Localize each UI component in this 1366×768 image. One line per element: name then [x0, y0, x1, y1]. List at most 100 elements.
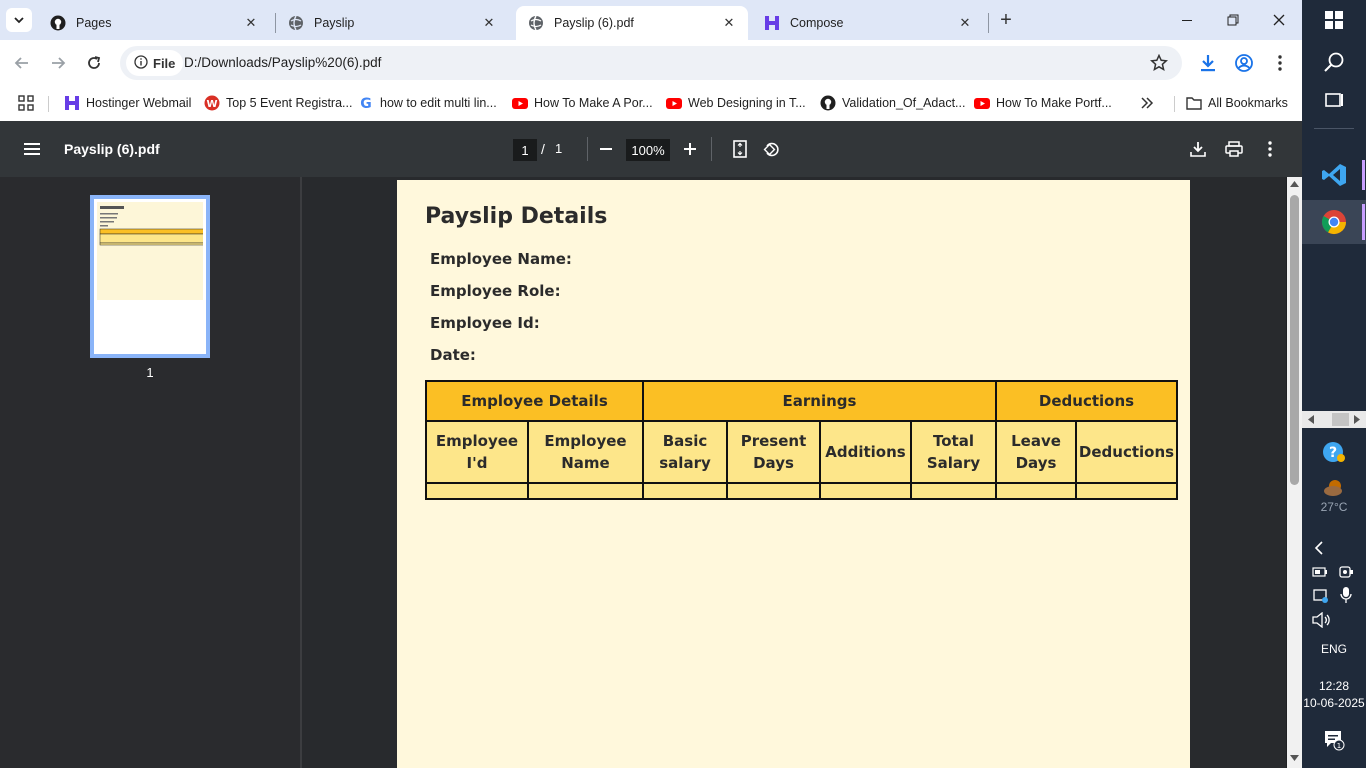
- sidebar-menu-icon[interactable]: [20, 137, 44, 161]
- address-bar[interactable]: File D:/Downloads/Payslip%20(6).pdf: [120, 46, 1182, 80]
- notification-icon[interactable]: 1: [1302, 728, 1366, 752]
- page-thumbnail[interactable]: [90, 195, 210, 358]
- bookmark-label: Web Designing in T...: [688, 96, 806, 110]
- browser-toolbar: File D:/Downloads/Payslip%20(6).pdf: [0, 40, 1302, 86]
- url-text[interactable]: D:/Downloads/Payslip%20(6).pdf: [184, 55, 381, 70]
- camera-icon[interactable]: [1338, 564, 1354, 583]
- profile-icon[interactable]: [1232, 51, 1256, 75]
- show-hidden-icons-chevron[interactable]: [1302, 538, 1366, 558]
- apps-grid-icon[interactable]: [18, 92, 34, 114]
- forward-button[interactable]: [46, 51, 70, 75]
- page-total: 1: [555, 141, 563, 156]
- weather-icon[interactable]: [1302, 474, 1366, 500]
- reload-button[interactable]: [82, 51, 106, 75]
- microphone-icon[interactable]: [1338, 586, 1354, 607]
- youtube-icon: [512, 95, 528, 111]
- back-button[interactable]: [10, 51, 34, 75]
- tab-pages[interactable]: Pages ✕: [38, 6, 270, 40]
- battery-icon[interactable]: [1312, 566, 1328, 581]
- all-bookmarks[interactable]: All Bookmarks: [1186, 92, 1288, 114]
- pdf-page: Payslip Details Employee Name: Employee …: [397, 180, 1190, 768]
- col-leave-days: Leave Days: [995, 420, 1077, 484]
- bookmark-item[interactable]: W Top 5 Event Registra...: [204, 92, 352, 114]
- scrollbar-thumb[interactable]: [1290, 195, 1299, 485]
- tab-title: Payslip: [314, 16, 355, 30]
- bookmark-item[interactable]: Web Designing in T...: [666, 92, 806, 114]
- rotate-icon[interactable]: [760, 137, 784, 161]
- fit-page-icon[interactable]: [728, 137, 752, 161]
- help-icon[interactable]: ?: [1302, 438, 1366, 466]
- close-window-button[interactable]: [1256, 6, 1302, 34]
- vscode-icon[interactable]: [1302, 156, 1366, 194]
- zoom-level-input[interactable]: 100%: [626, 139, 670, 161]
- pdf-toolbar: Payslip (6).pdf 1 / 1 100%: [0, 121, 1302, 177]
- bookmark-item[interactable]: Ghow to edit multi lin...: [358, 92, 497, 114]
- hostinger-icon: [64, 95, 80, 111]
- chrome-icon[interactable]: [1302, 200, 1366, 244]
- all-bookmarks-label: All Bookmarks: [1208, 96, 1288, 110]
- network-icon[interactable]: [1312, 588, 1330, 607]
- bookmark-label: Hostinger Webmail: [86, 96, 192, 110]
- close-icon[interactable]: ✕: [242, 14, 260, 32]
- thumbnail-page-number: 1: [146, 365, 154, 380]
- pdf-title: Payslip (6).pdf: [64, 141, 160, 157]
- windows-start-icon[interactable]: [1302, 8, 1366, 32]
- bookmark-star-icon[interactable]: [1149, 53, 1169, 75]
- employee-name-field: Employee Name:: [430, 250, 572, 268]
- close-icon[interactable]: ✕: [720, 14, 738, 32]
- tab-payslip[interactable]: Payslip ✕: [276, 6, 508, 40]
- horizontal-scrollbar[interactable]: [1302, 411, 1366, 428]
- task-view-icon[interactable]: [1302, 88, 1366, 112]
- bookmark-item[interactable]: Hostinger Webmail: [64, 92, 191, 114]
- minimize-button[interactable]: [1164, 6, 1210, 34]
- employee-id-field: Employee Id:: [430, 314, 540, 332]
- clock-time[interactable]: 12:28: [1302, 678, 1366, 694]
- column-header-row: Employee I'd Employee Name Basic salary Pre…: [425, 420, 1178, 484]
- downloads-icon[interactable]: [1196, 51, 1220, 75]
- print-icon[interactable]: [1222, 137, 1246, 161]
- zoom-out-icon[interactable]: [594, 137, 618, 161]
- more-options-icon[interactable]: [1258, 137, 1282, 161]
- svg-text:1: 1: [1337, 742, 1341, 750]
- globe-icon: [288, 15, 304, 31]
- youtube-icon: [974, 95, 990, 111]
- col-additions: Additions: [819, 420, 912, 484]
- bookmark-item[interactable]: How To Make Portf...: [974, 92, 1112, 114]
- bookmark-label: How To Make Portf...: [996, 96, 1112, 110]
- info-icon: [134, 54, 148, 72]
- page-separator: /: [541, 141, 545, 157]
- new-tab-button[interactable]: +: [994, 8, 1018, 32]
- language-indicator[interactable]: ENG: [1302, 640, 1366, 658]
- download-icon[interactable]: [1186, 137, 1210, 161]
- col-present-days: Present Days: [726, 420, 821, 484]
- bookmark-label: how to edit multi lin...: [380, 96, 497, 110]
- windows-taskbar: ? 27°C ENG 12:28 10-06-2025 1: [1302, 0, 1366, 768]
- col-employee-name: Employee Name: [527, 420, 644, 484]
- restore-button[interactable]: [1210, 6, 1256, 34]
- col-deductions: Deductions: [1075, 420, 1178, 484]
- more-bookmarks-chevron-icon[interactable]: [1140, 92, 1154, 114]
- tab-title: Payslip (6).pdf: [554, 16, 634, 30]
- page-number-input[interactable]: 1: [513, 139, 537, 161]
- github-icon: [50, 15, 66, 31]
- menu-kebab-icon[interactable]: [1268, 51, 1292, 75]
- volume-icon[interactable]: [1312, 611, 1332, 631]
- tab-compose[interactable]: Compose ✕: [752, 6, 984, 40]
- search-icon[interactable]: [1302, 50, 1366, 74]
- tab-payslip-pdf[interactable]: Payslip (6).pdf ✕: [516, 6, 748, 40]
- thumbnail-sidebar: 1: [0, 177, 300, 768]
- vertical-scrollbar[interactable]: [1287, 177, 1302, 768]
- bookmarks-bar: Hostinger Webmail W Top 5 Event Registra.…: [0, 86, 1302, 121]
- site-info-chip[interactable]: File: [126, 50, 184, 76]
- screen: Pages ✕ Payslip ✕ Payslip (6).pdf ✕ Comp…: [0, 0, 1366, 768]
- close-icon[interactable]: ✕: [956, 14, 974, 32]
- file-label: File: [153, 55, 176, 71]
- clock-date[interactable]: 10-06-2025: [1302, 695, 1366, 711]
- tab-search-button[interactable]: [6, 8, 32, 32]
- group-employee-details: Employee Details: [425, 380, 644, 422]
- bookmark-item[interactable]: Validation_Of_Adact...: [820, 92, 965, 114]
- svg-text:?: ?: [1329, 445, 1337, 461]
- zoom-in-icon[interactable]: [678, 137, 702, 161]
- close-icon[interactable]: ✕: [480, 14, 498, 32]
- bookmark-item[interactable]: How To Make A Por...: [512, 92, 653, 114]
